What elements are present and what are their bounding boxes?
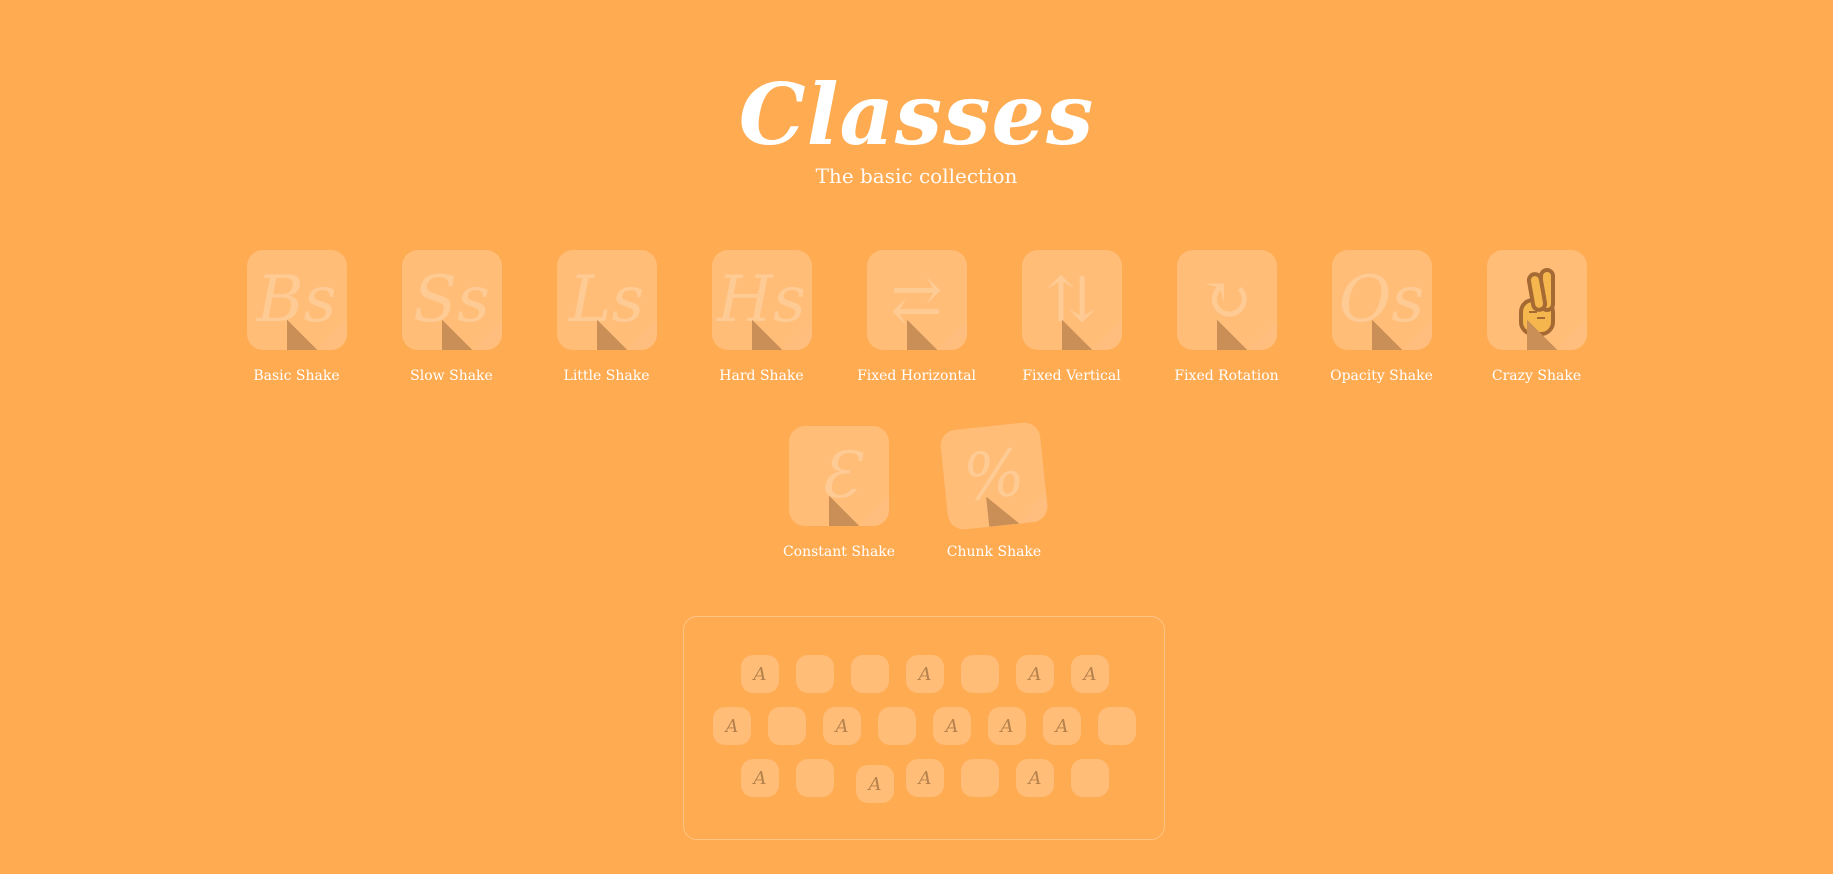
page-subtitle: The basic collection	[815, 164, 1018, 188]
page-curl-shadow	[829, 496, 859, 526]
page-title: Classes	[738, 65, 1095, 164]
page-curl-shadow	[1061, 320, 1092, 350]
tile-slow-shake[interactable]: Ss Slow Shake	[401, 250, 502, 384]
page-curl	[626, 320, 657, 350]
tile-basic-shake[interactable]: Bs Basic Shake	[246, 250, 347, 384]
tile-card[interactable]: ⇄	[866, 250, 967, 350]
tile-opacity-shake[interactable]: Os Opacity Shake	[1330, 250, 1433, 384]
tile-crazy-shake[interactable]: Crazy Shake	[1486, 250, 1587, 384]
keyboard-demo: A A A A A A A A A A A A A	[683, 616, 1165, 840]
key[interactable]	[1071, 759, 1109, 797]
tile-card[interactable]: %	[939, 421, 1049, 531]
key[interactable]: A	[823, 707, 861, 745]
key[interactable]	[796, 655, 834, 693]
tile-little-shake[interactable]: Ls Little Shake	[556, 250, 657, 384]
tile-label: Little Shake	[563, 368, 650, 384]
tiles-row-2: Ɛ Constant Shake % Chunk Shake	[0, 421, 1833, 560]
key[interactable]	[961, 655, 999, 693]
key[interactable]: A	[1016, 759, 1054, 797]
tile-fixed-horizontal[interactable]: ⇄ Fixed Horizontal	[857, 250, 976, 384]
tile-label: Crazy Shake	[1491, 368, 1582, 384]
key-letter: A	[918, 663, 932, 685]
tile-card[interactable]: Bs	[246, 250, 347, 350]
key-letter: A	[1028, 663, 1042, 685]
key-letter: A	[1083, 663, 1097, 685]
key[interactable]: A	[1071, 655, 1109, 693]
tile-card[interactable]: Hs	[711, 250, 812, 350]
key[interactable]	[1098, 707, 1136, 745]
tile-label: Constant Shake	[782, 544, 896, 560]
tile-card[interactable]: ↻	[1176, 250, 1277, 350]
tile-card[interactable]: Ɛ	[789, 426, 889, 526]
tile-card[interactable]	[1486, 250, 1587, 350]
page-curl-shadow	[596, 320, 627, 350]
page-curl	[1556, 320, 1587, 350]
tile-label: Basic Shake	[253, 368, 340, 384]
tile-label: Hard Shake	[719, 368, 804, 384]
key[interactable]: A	[741, 759, 779, 797]
tile-fixed-vertical[interactable]: ⇅ Fixed Vertical	[1021, 250, 1122, 384]
tile-chunk-shake[interactable]: % Chunk Shake	[939, 421, 1049, 560]
tile-hard-shake[interactable]: Hs Hard Shake	[711, 250, 812, 384]
key-letter: A	[945, 715, 959, 737]
page-curl	[936, 320, 967, 350]
key[interactable]: A	[856, 765, 894, 803]
key[interactable]: A	[906, 655, 944, 693]
key[interactable]: A	[933, 707, 971, 745]
tile-label: Fixed Rotation	[1174, 368, 1279, 384]
tile-label: Chunk Shake	[946, 544, 1042, 560]
key-letter: A	[835, 715, 849, 737]
tile-label: Fixed Horizontal	[857, 368, 976, 384]
key-letter: A	[918, 767, 932, 789]
key[interactable]: A	[1016, 655, 1054, 693]
key-letter: A	[753, 767, 767, 789]
page-curl	[1246, 320, 1277, 350]
key[interactable]: A	[988, 707, 1026, 745]
key[interactable]: A	[1043, 707, 1081, 745]
key-letter: A	[1055, 715, 1069, 737]
page-curl	[316, 320, 347, 350]
key[interactable]	[768, 707, 806, 745]
page-curl-shadow	[1371, 320, 1402, 350]
tiles-row-1: Bs Basic Shake Ss Slow Shake Ls Little S…	[0, 250, 1833, 384]
page-curl-shadow	[441, 320, 472, 350]
key-letter: A	[725, 715, 739, 737]
page-curl-shadow	[1216, 320, 1247, 350]
tile-label: Fixed Vertical	[1022, 368, 1121, 384]
key[interactable]: A	[906, 759, 944, 797]
page-curl	[471, 320, 502, 350]
page-curl-shadow	[1526, 320, 1557, 350]
page-curl	[859, 496, 889, 526]
tile-card[interactable]: ⇅	[1021, 250, 1122, 350]
tile-fixed-rotation[interactable]: ↻ Fixed Rotation	[1174, 250, 1279, 384]
page-curl-shadow	[751, 320, 782, 350]
tile-card[interactable]: Ss	[401, 250, 502, 350]
key-letter: A	[868, 773, 882, 795]
page-curl	[781, 320, 812, 350]
header: Classes The basic collection	[0, 65, 1833, 189]
tile-label: Opacity Shake	[1330, 368, 1433, 384]
tile-card[interactable]: Ls	[556, 250, 657, 350]
key-letter: A	[1000, 715, 1014, 737]
key-letter: A	[753, 663, 767, 685]
tile-card[interactable]: Os	[1331, 250, 1432, 350]
page-curl-shadow	[286, 320, 317, 350]
key[interactable]: A	[741, 655, 779, 693]
page-curl-shadow	[986, 493, 1020, 527]
tile-label: Slow Shake	[410, 368, 493, 384]
key[interactable]: A	[713, 707, 751, 745]
page-curl	[1015, 490, 1049, 524]
tile-constant-shake[interactable]: Ɛ Constant Shake	[783, 426, 895, 560]
key[interactable]	[961, 759, 999, 797]
key-letter: A	[1028, 767, 1042, 789]
page-curl	[1091, 320, 1122, 350]
page-curl-shadow	[906, 320, 937, 350]
key[interactable]	[878, 707, 916, 745]
key[interactable]	[851, 655, 889, 693]
page-curl	[1401, 320, 1432, 350]
key[interactable]	[796, 759, 834, 797]
